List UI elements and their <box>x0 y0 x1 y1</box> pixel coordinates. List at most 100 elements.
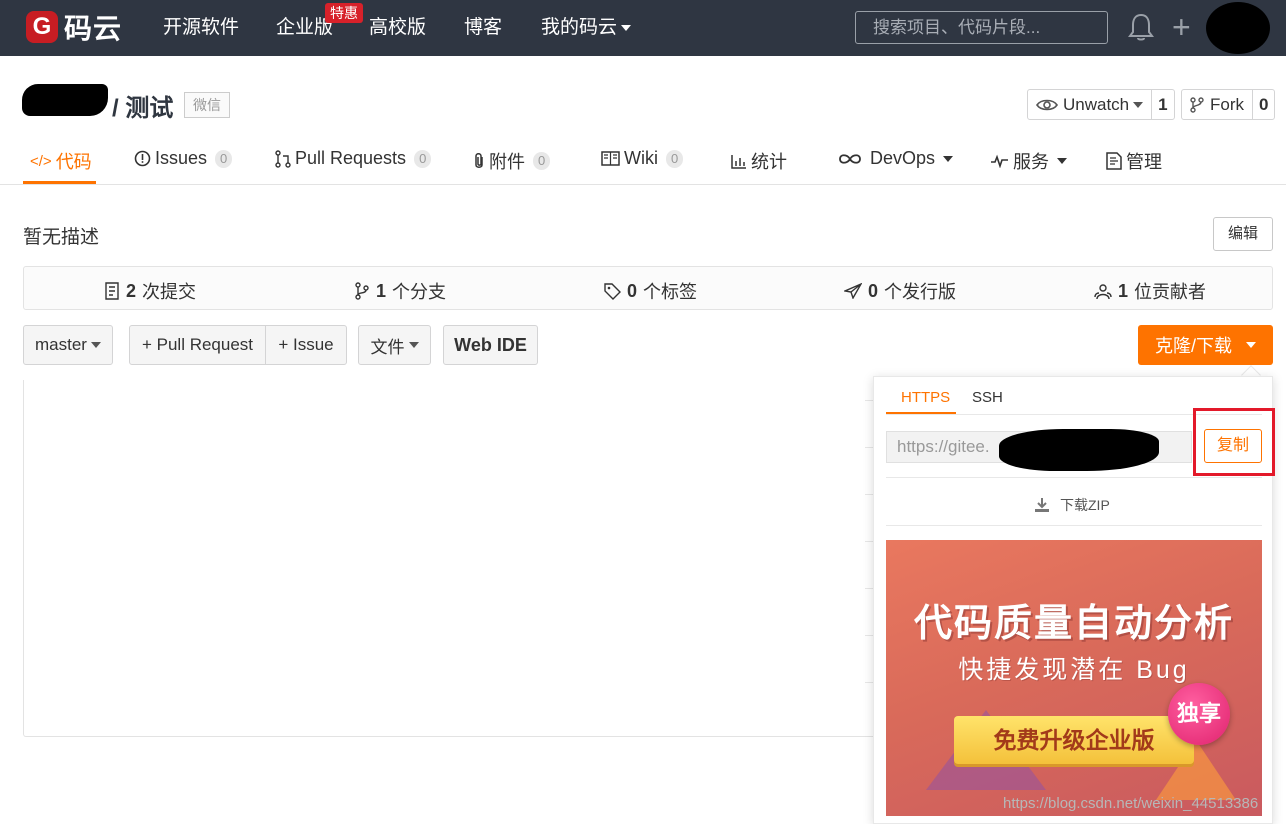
tab-code-label: 代码 <box>55 152 92 172</box>
commits-label: 次提交 <box>142 282 197 302</box>
releases-count: 0 <box>868 280 879 301</box>
contributors-label: 位贡献者 <box>1134 282 1207 302</box>
stat-releases[interactable]: 0 个发行版 <box>844 278 956 304</box>
branch-label: master <box>35 335 87 354</box>
clone-download-button[interactable]: 克隆/下载 <box>1138 325 1273 365</box>
file-menu-button[interactable]: 文件 <box>358 325 431 365</box>
branches-label: 个分支 <box>392 282 447 302</box>
branch-select[interactable]: master <box>23 325 113 365</box>
tab-devops-label: DevOps <box>870 148 936 168</box>
stat-commits[interactable]: 2 次提交 <box>104 278 196 304</box>
tab-devops[interactable]: DevOps <box>838 148 954 169</box>
plus-icon[interactable]: + <box>1172 11 1191 43</box>
nav-my-gitee[interactable]: 我的码云 <box>541 16 632 40</box>
logo-text: 码云 <box>64 13 123 44</box>
watermark: https://blog.csdn.net/weixin_44513386 <box>1003 795 1259 812</box>
code-icon: </> <box>30 152 52 170</box>
tag-icon <box>604 282 621 300</box>
tab-services-label: 服务 <box>1013 152 1049 172</box>
stat-contributors[interactable]: 1 位贡献者 <box>1094 278 1206 304</box>
watch-count[interactable]: 1 <box>1152 90 1173 119</box>
gitee-logo[interactable]: G 码云 <box>26 10 122 44</box>
tab-issues[interactable]: Issues 0 <box>134 148 233 169</box>
tab-pull-requests[interactable]: Pull Requests 0 <box>275 148 432 169</box>
bell-icon[interactable] <box>1128 12 1154 42</box>
pull-request-icon <box>275 149 291 168</box>
watch-button-group: Unwatch 1 <box>1027 89 1175 120</box>
top-navbar: G 码云 开源软件 企业版 特惠 高校版 博客 我的码云 + <box>0 0 1286 56</box>
commit-doc-icon <box>105 282 119 300</box>
tab-wiki[interactable]: Wiki 0 <box>601 148 684 169</box>
nav-university[interactable]: 高校版 <box>369 16 426 40</box>
nav-blog[interactable]: 博客 <box>464 16 502 40</box>
unwatch-button[interactable]: Unwatch <box>1028 90 1153 119</box>
bar-chart-icon <box>731 154 746 169</box>
clone-download-label: 克隆/下载 <box>1154 336 1232 356</box>
infinity-icon <box>839 153 861 164</box>
tab-issues-label: Issues <box>155 148 208 168</box>
pulse-icon <box>991 154 1008 168</box>
banner-exclusive-badge: 独享 <box>1168 683 1230 745</box>
banner-subtitle: 快捷发现潜在 Bug <box>958 656 1190 684</box>
fork-count[interactable]: 0 <box>1253 90 1274 119</box>
banner-upgrade-button[interactable]: 免费升级企业版 <box>954 716 1194 764</box>
chevron-down-icon <box>621 24 632 31</box>
issue-icon <box>134 150 151 167</box>
branches-count: 1 <box>376 280 387 301</box>
search-input[interactable] <box>855 11 1108 44</box>
file-menu-label: 文件 <box>370 337 405 357</box>
tab-manage[interactable]: 管理 <box>1106 148 1162 174</box>
issue-button[interactable]: + Issue <box>265 325 347 365</box>
download-zip-link[interactable]: 下载ZIP <box>1034 495 1110 515</box>
logo-mark: G <box>26 11 58 43</box>
fork-button[interactable]: Fork <box>1182 90 1253 119</box>
download-icon <box>1035 498 1049 512</box>
banner-title: 代码质量自动分析 <box>913 603 1234 645</box>
tab-attachments[interactable]: 附件 0 <box>473 148 551 174</box>
tab-code[interactable]: </> 代码 <box>30 148 92 174</box>
book-icon <box>601 151 620 166</box>
pull-request-button[interactable]: + Pull Request <box>129 325 266 365</box>
document-gear-icon <box>1106 152 1122 170</box>
stat-branches[interactable]: 1 个分支 <box>354 278 446 304</box>
attachments-count: 0 <box>533 152 551 170</box>
repo-title[interactable]: / 测试 <box>112 88 173 123</box>
active-protocol-underline <box>886 412 956 414</box>
redacted-owner-name <box>22 84 108 116</box>
promo-banner[interactable]: 代码质量自动分析 快捷发现潜在 Bug 免费升级企业版 独享 <box>886 540 1262 816</box>
redacted-url <box>999 429 1159 471</box>
tab-services[interactable]: 服务 <box>990 148 1067 174</box>
tab-manage-label: 管理 <box>1126 152 1162 172</box>
edit-button[interactable]: 编辑 <box>1213 217 1273 251</box>
tags-label: 个标签 <box>643 282 698 302</box>
pull-requests-count: 0 <box>414 149 432 168</box>
copy-highlight-box <box>1193 408 1275 476</box>
nav-open-source[interactable]: 开源软件 <box>163 16 239 40</box>
chevron-down-icon <box>1133 101 1144 108</box>
branch-icon <box>355 282 369 300</box>
unwatch-label: Unwatch <box>1063 94 1130 114</box>
tab-statistics[interactable]: 统计 <box>731 148 787 174</box>
promo-badge: 特惠 <box>325 3 363 23</box>
repo-stats-bar: 2 次提交 1 个分支 0 个标签 0 个发行版 1 位贡献者 <box>23 266 1273 310</box>
tab-ssh[interactable]: SSH <box>972 389 1003 406</box>
download-zip-label: 下载ZIP <box>1060 497 1110 513</box>
fork-icon <box>1190 96 1204 113</box>
stat-tags[interactable]: 0 个标签 <box>604 278 697 304</box>
wiki-count: 0 <box>666 149 684 168</box>
tab-https[interactable]: HTTPS <box>901 389 950 406</box>
repo-tabs: </> 代码 Issues 0 Pull Requests 0 附件 0 Wik… <box>0 134 1286 185</box>
avatar[interactable] <box>1206 2 1270 54</box>
send-icon <box>844 283 862 299</box>
web-ide-button[interactable]: Web IDE <box>443 325 538 365</box>
commits-count: 2 <box>126 280 137 301</box>
eye-icon <box>1036 99 1058 110</box>
fork-button-group: Fork 0 <box>1181 89 1276 120</box>
divider <box>886 525 1262 526</box>
divider <box>886 477 1262 478</box>
chevron-down-icon <box>943 155 954 162</box>
chevron-down-icon <box>90 342 101 348</box>
tab-statistics-label: 统计 <box>751 152 787 172</box>
issues-count: 0 <box>215 149 233 168</box>
tags-count: 0 <box>627 280 638 301</box>
